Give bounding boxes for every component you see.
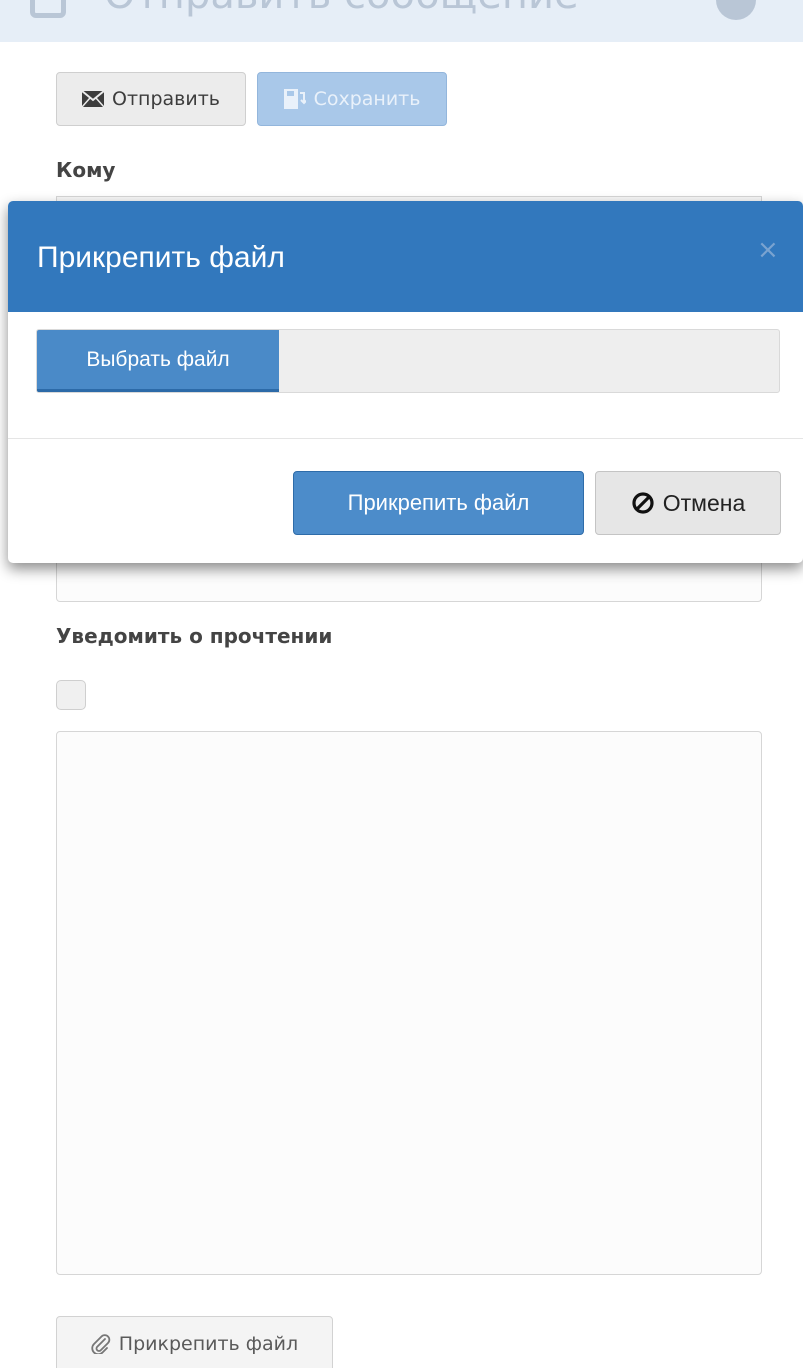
attach-file-button-label: Прикрепить файл (118, 1333, 299, 1355)
to-label: Кому (56, 158, 116, 182)
save-icon (283, 89, 306, 109)
modal-cancel-button[interactable]: Отмена (595, 471, 781, 535)
modal-divider (8, 438, 803, 439)
file-input[interactable]: Выбрать файл (36, 329, 780, 393)
message-body-textarea[interactable] (56, 731, 762, 1275)
attach-file-modal: Прикрепить файл × Выбрать файл Прикрепит… (8, 201, 803, 563)
modal-cancel-button-label: Отмена (662, 489, 746, 516)
page-header: Отправить сообщение (0, 0, 803, 42)
modal-attach-button-label: Прикрепить файл (347, 490, 530, 515)
envelope-icon (82, 91, 105, 107)
send-button[interactable]: Отправить (56, 72, 246, 126)
notify-read-label: Уведомить о прочтении (56, 624, 333, 648)
save-button[interactable]: Сохранить (257, 72, 447, 126)
save-button-label: Сохранить (313, 88, 421, 110)
close-icon[interactable]: × (757, 235, 779, 265)
attach-file-button[interactable]: Прикрепить файл (56, 1316, 333, 1368)
info-icon[interactable] (716, 0, 756, 20)
page-title: Отправить сообщение (104, 0, 579, 18)
notify-read-checkbox[interactable] (56, 680, 86, 710)
back-icon[interactable] (30, 0, 66, 18)
modal-header: Прикрепить файл × (8, 201, 803, 312)
modal-attach-button[interactable]: Прикрепить файл (293, 471, 584, 535)
choose-file-button[interactable]: Выбрать файл (37, 330, 279, 392)
modal-title: Прикрепить файл (37, 241, 285, 274)
send-button-label: Отправить (112, 88, 220, 110)
cancel-icon (631, 491, 655, 515)
paperclip-icon (91, 1334, 111, 1354)
